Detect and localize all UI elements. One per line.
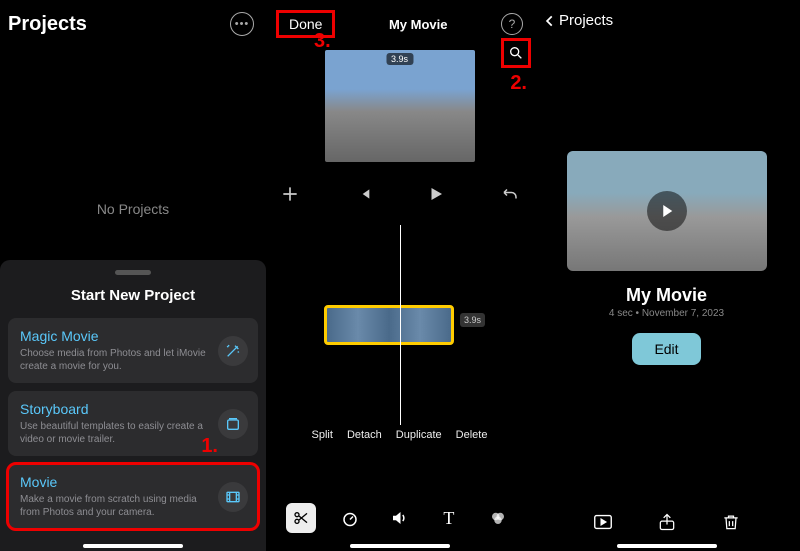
- clip-duration: 3.9s: [460, 313, 485, 327]
- projects-title: Projects: [8, 13, 87, 36]
- play-project-button[interactable]: [590, 509, 616, 535]
- volume-tool[interactable]: [384, 503, 414, 533]
- detach-action[interactable]: Detach: [347, 429, 382, 441]
- option-desc: Use beautiful templates to easily create…: [20, 420, 208, 446]
- edit-actions-menu: Split Detach Duplicate Delete: [266, 429, 533, 441]
- text-tool[interactable]: T: [434, 503, 464, 533]
- duplicate-action[interactable]: Duplicate: [396, 429, 442, 441]
- add-media-button[interactable]: [280, 184, 300, 209]
- option-title: Magic Movie: [20, 328, 208, 344]
- annotation-1: 1.: [201, 435, 218, 458]
- storyboard-icon: [218, 409, 248, 439]
- prev-frame-button[interactable]: [356, 186, 372, 207]
- share-button[interactable]: [654, 509, 680, 535]
- home-indicator[interactable]: [350, 544, 450, 548]
- play-overlay-icon[interactable]: [647, 191, 687, 231]
- movie-title: My Movie: [389, 17, 448, 32]
- projects-panel: Projects ••• No Projects Start New Proje…: [0, 0, 266, 551]
- back-label: Projects: [559, 12, 613, 29]
- project-meta: 4 sec • November 7, 2023: [533, 308, 800, 319]
- editor-panel: Done My Movie ? 3. 2. 3.9s 3.9s Split De…: [266, 0, 533, 551]
- option-desc: Choose media from Photos and let iMovie …: [20, 347, 208, 373]
- home-indicator[interactable]: [83, 544, 183, 548]
- no-projects-label: No Projects: [0, 201, 266, 217]
- video-clip[interactable]: [324, 305, 454, 345]
- annotation-2: 2.: [510, 72, 527, 95]
- edit-button[interactable]: Edit: [632, 333, 700, 365]
- home-indicator[interactable]: [617, 544, 717, 548]
- film-icon: [218, 482, 248, 512]
- option-movie[interactable]: Movie Make a movie from scratch using me…: [8, 464, 258, 529]
- filters-tool[interactable]: [483, 503, 513, 533]
- play-button[interactable]: [427, 185, 445, 208]
- option-magic-movie[interactable]: Magic Movie Choose media from Photos and…: [8, 318, 258, 383]
- playhead[interactable]: [400, 225, 401, 425]
- speed-tool[interactable]: [335, 503, 365, 533]
- delete-action[interactable]: Delete: [456, 429, 488, 441]
- project-name: My Movie: [533, 285, 800, 306]
- wand-icon: [218, 336, 248, 366]
- timeline[interactable]: 3.9s: [266, 225, 533, 425]
- magnifier-button[interactable]: [501, 38, 531, 68]
- duration-badge: 3.9s: [386, 53, 413, 65]
- option-title: Storyboard: [20, 401, 208, 417]
- back-button[interactable]: Projects: [543, 12, 790, 29]
- project-thumbnail[interactable]: [567, 151, 767, 271]
- project-detail-panel: Projects My Movie 4 sec • November 7, 20…: [533, 0, 800, 551]
- sheet-title: Start New Project: [8, 287, 258, 304]
- help-icon[interactable]: ?: [501, 13, 523, 35]
- option-title: Movie: [20, 474, 208, 490]
- undo-button[interactable]: [501, 185, 519, 208]
- option-desc: Make a movie from scratch using media fr…: [20, 493, 208, 519]
- scissors-tool[interactable]: [286, 503, 316, 533]
- option-storyboard[interactable]: Storyboard Use beautiful templates to ea…: [8, 391, 258, 456]
- start-new-project-sheet: Start New Project Magic Movie Choose med…: [0, 260, 266, 551]
- sheet-grabber[interactable]: [115, 270, 151, 275]
- more-icon[interactable]: •••: [230, 12, 254, 36]
- delete-button[interactable]: [718, 509, 744, 535]
- preview-video[interactable]: 3.9s: [325, 50, 475, 162]
- split-action[interactable]: Split: [312, 429, 333, 441]
